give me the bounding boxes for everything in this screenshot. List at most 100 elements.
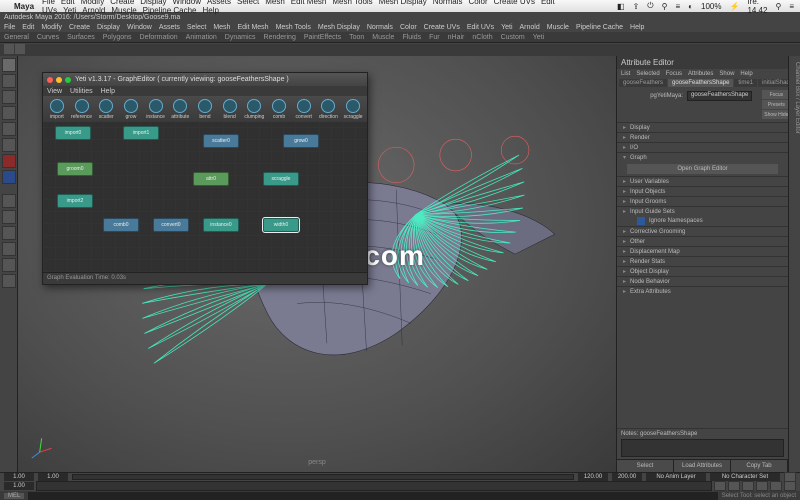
yeti-node[interactable]: convert0 (153, 218, 189, 232)
yeti-menu-item[interactable]: View (47, 88, 62, 95)
mac-status-icon[interactable]: ⇪ (633, 2, 640, 11)
layout-persp-icon[interactable] (2, 242, 16, 256)
viewport-persp[interactable]: www.cgtsj.com persp Yeti v1.3.17 - Graph… (18, 56, 616, 472)
shelf-tab[interactable]: Fluids (402, 34, 421, 41)
yeti-tool-clumping[interactable]: clumping (243, 98, 267, 120)
playback-end-field[interactable]: 120.00 (578, 473, 608, 481)
mac-menu-item[interactable]: Edit Mesh (291, 0, 327, 6)
yeti-node[interactable]: groom0 (57, 162, 93, 176)
mac-app-name[interactable]: Maya (14, 2, 34, 11)
range-track[interactable] (72, 474, 574, 480)
close-icon[interactable] (47, 77, 53, 83)
ae-section-header[interactable]: Input Objects (617, 187, 788, 196)
mac-status-icon[interactable]: ≡ (675, 2, 680, 11)
main-menu-item[interactable]: Arnold (520, 24, 540, 31)
main-menu-item[interactable]: Mesh (213, 24, 230, 31)
yeti-tool-blend[interactable]: blend (218, 98, 242, 120)
layout-out-icon[interactable] (2, 226, 16, 240)
lasso-tool-icon[interactable] (2, 74, 16, 88)
main-menu-item[interactable]: Yeti (501, 24, 512, 31)
yeti-tool-reference[interactable]: reference (70, 98, 94, 120)
mac-status-icon[interactable]: fre. 14.42 (747, 0, 767, 15)
shelf-tab[interactable]: Curves (37, 34, 59, 41)
layout-single-icon[interactable] (2, 194, 16, 208)
mac-status-icon[interactable]: ⚡ (729, 2, 739, 11)
shelf-tab[interactable]: Muscle (372, 34, 394, 41)
main-menu-item[interactable]: Assets (159, 24, 180, 31)
cmd-input[interactable] (28, 492, 717, 500)
yeti-node[interactable]: comb0 (103, 218, 139, 232)
main-menu-item[interactable]: Muscle (547, 24, 569, 31)
ae-side-button[interactable]: Show Hide (762, 110, 790, 119)
main-menu-item[interactable]: Edit UVs (467, 24, 494, 31)
yeti-tool-bend[interactable]: bend (193, 98, 217, 120)
ae-node-name-input[interactable]: gooseFeathersShape (687, 91, 752, 101)
yeti-node[interactable]: grow0 (283, 134, 319, 148)
ae-section-header[interactable]: Other (617, 237, 788, 246)
rotate-tool-icon[interactable] (2, 122, 16, 136)
ae-section-header[interactable]: I/O (617, 143, 788, 152)
ae-notes-input[interactable] (621, 439, 784, 457)
layout-misc-icon[interactable] (2, 258, 16, 272)
main-menu-item[interactable]: Normals (367, 24, 393, 31)
main-menu-item[interactable]: Create (69, 24, 90, 31)
yeti-tool-instance[interactable]: instance (144, 98, 168, 120)
yeti-titlebar[interactable]: Yeti v1.3.17 - GraphEditor ( currently v… (43, 73, 367, 86)
range-end-field[interactable]: 200.00 (612, 473, 642, 481)
mac-menu-item[interactable]: Select (237, 0, 259, 6)
shelf-tab[interactable]: General (4, 34, 29, 41)
ae-menu-item[interactable]: Attributes (688, 71, 713, 77)
mac-menu-item[interactable]: Normals (433, 0, 463, 6)
mac-menu-item[interactable]: Color (468, 0, 487, 6)
ae-section-header[interactable]: Input Grooms (617, 197, 788, 206)
ae-side-button[interactable]: Focus (762, 90, 790, 99)
mac-menu-item[interactable]: Help (202, 6, 218, 15)
yeti-tool-grow[interactable]: grow (119, 98, 143, 120)
shelf-tab[interactable]: Rendering (264, 34, 296, 41)
playback-start-field[interactable]: 1.00 (38, 473, 68, 481)
main-menu-item[interactable]: Edit (22, 24, 34, 31)
yeti-node[interactable]: import0 (55, 126, 91, 140)
step-fwd-icon[interactable] (770, 481, 782, 491)
ae-side-button[interactable]: Presets (762, 100, 790, 109)
ae-section-header[interactable]: Displacement Map (617, 247, 788, 256)
mac-menu-item[interactable]: Create UVs (494, 0, 535, 6)
shelf-tab[interactable]: Dynamics (225, 34, 256, 41)
mac-status-icon[interactable]: ◧ (617, 2, 625, 11)
ae-section-header[interactable]: Object Display (617, 267, 788, 276)
yeti-node[interactable]: import1 (123, 126, 159, 140)
character-set-dropdown[interactable]: No Character Set (710, 473, 780, 481)
main-menu-item[interactable]: Display (97, 24, 120, 31)
main-menu-item[interactable]: Modify (41, 24, 62, 31)
time-track[interactable] (36, 481, 712, 491)
yeti-node[interactable]: width0 (263, 218, 299, 232)
ae-section-header[interactable]: Graph (617, 153, 788, 162)
ae-tab[interactable]: gooseFeathers (619, 79, 667, 87)
ae-section-header[interactable]: Extra Attributes (617, 287, 788, 296)
checkbox-icon[interactable] (637, 217, 645, 225)
ae-tab[interactable]: time1 (734, 79, 757, 87)
cmd-lang-label[interactable]: MEL (4, 493, 24, 499)
shelf-tab[interactable]: nHair (448, 34, 465, 41)
yeti-menu-item[interactable]: Utilities (70, 88, 93, 95)
last-tool-icon[interactable] (2, 154, 16, 168)
main-menu-item[interactable]: Pipeline Cache (576, 24, 623, 31)
ae-menu-item[interactable]: Selected (636, 71, 659, 77)
paint-select-tool-icon[interactable] (2, 90, 16, 104)
ae-section-header[interactable]: Display (617, 123, 788, 132)
ae-section-header[interactable]: Render Stats (617, 257, 788, 266)
shelf-tab[interactable]: nCloth (472, 34, 492, 41)
ae-section-header[interactable]: Render (617, 133, 788, 142)
mac-status-icon[interactable]: 100% (701, 2, 721, 11)
select-tool-icon[interactable] (2, 58, 16, 72)
shelf-tab[interactable]: Polygons (103, 34, 132, 41)
yeti-tool-scraggle[interactable]: scraggle (341, 98, 365, 120)
ae-menu-item[interactable]: Help (740, 71, 752, 77)
yeti-node[interactable]: scatter0 (203, 134, 239, 148)
ae-menu-item[interactable]: Focus (666, 71, 682, 77)
main-menu-item[interactable]: Help (630, 24, 644, 31)
shelf-tab[interactable]: Fur (429, 34, 440, 41)
layout-misc-icon[interactable] (2, 274, 16, 288)
yeti-node[interactable]: instance0 (203, 218, 239, 232)
current-time-field[interactable]: 1.00 (4, 482, 34, 490)
